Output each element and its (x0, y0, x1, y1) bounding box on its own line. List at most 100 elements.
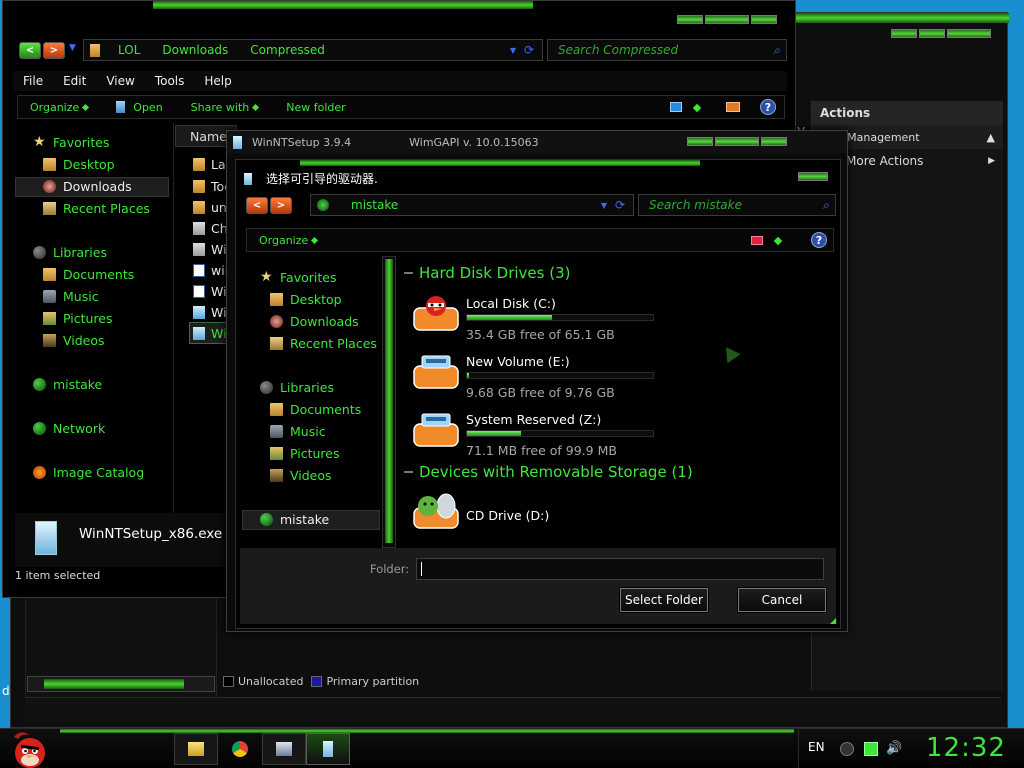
back-button[interactable]: < (19, 42, 41, 59)
maximize-button[interactable] (919, 29, 945, 38)
volume-icon[interactable]: 🔊 (886, 742, 902, 756)
nav-libraries[interactable]: Libraries (260, 380, 334, 395)
file-row-selected[interactable]: Wi (193, 326, 227, 341)
dialog-address-bar[interactable]: mistake ▼ ⟳ (310, 194, 634, 216)
address-bar[interactable]: LOL Downloads Compressed ▼ ⟳ (83, 39, 543, 61)
minimize-button[interactable] (891, 29, 917, 38)
breadcrumb-downloads[interactable]: Downloads (162, 43, 228, 57)
file-row[interactable]: Ch (193, 221, 228, 236)
nav-videos[interactable]: Videos (270, 468, 332, 483)
nav-videos[interactable]: Videos (43, 333, 105, 348)
drive-item-z[interactable]: System Reserved (Z:) 71.1 MB free of 99.… (412, 410, 672, 460)
help-icon[interactable]: ? (760, 99, 776, 115)
folder-input[interactable] (416, 558, 824, 580)
nav-recent-places[interactable]: Recent Places (270, 336, 377, 351)
search-input[interactable]: Search Compressed ⌕ (547, 39, 787, 61)
file-row[interactable]: Wi (193, 242, 227, 257)
taskbar-explorer-button[interactable] (174, 733, 218, 765)
dialog-search-input[interactable]: Search mistake ⌕ (638, 194, 836, 216)
clock[interactable]: 12:32 (926, 733, 1006, 763)
taskbar-disk-management-button[interactable] (262, 733, 306, 765)
close-button[interactable] (751, 15, 777, 24)
nav-image-catalog[interactable]: Image Catalog (33, 465, 144, 480)
resize-grip-icon[interactable]: ◢ (830, 616, 836, 625)
file-row[interactable]: Wi (193, 284, 227, 299)
view-options-icon[interactable] (751, 236, 763, 245)
horizontal-scrollbar[interactable] (27, 676, 215, 692)
panel-close-button[interactable] (798, 172, 828, 181)
group-removable-storage[interactable]: Devices with Removable Storage (1) (404, 463, 693, 481)
scroll-thumb[interactable] (385, 259, 393, 543)
nav-documents[interactable]: Documents (43, 267, 134, 282)
nav-desktop[interactable]: Desktop (43, 157, 115, 172)
menu-view[interactable]: View (106, 74, 134, 88)
search-icon[interactable]: ⌕ (773, 43, 780, 58)
close-button[interactable] (761, 137, 787, 146)
close-button[interactable] (947, 29, 991, 38)
nav-recent-places[interactable]: Recent Places (43, 201, 150, 216)
view-options-icon[interactable] (670, 102, 682, 112)
taskbar-chrome-button[interactable] (218, 733, 262, 765)
nav-favorites[interactable]: ★ Favorites (33, 135, 109, 150)
preview-pane-icon[interactable] (726, 102, 740, 112)
breadcrumb-compressed[interactable]: Compressed (250, 43, 325, 57)
new-folder-button[interactable]: New folder (286, 101, 345, 114)
share-with-button[interactable]: Share with (191, 101, 260, 114)
nav-network[interactable]: Network (33, 421, 105, 436)
dialog-forward-button[interactable]: > (270, 197, 292, 214)
nav-downloads[interactable]: Downloads (270, 314, 359, 329)
help-icon[interactable]: ? (811, 232, 827, 248)
refresh-icon[interactable]: ⟳ (615, 198, 625, 212)
drive-item-d[interactable]: CD Drive (D:) (412, 492, 672, 536)
scroll-thumb[interactable] (44, 679, 184, 689)
menu-file[interactable]: File (23, 74, 43, 88)
breadcrumb-lol[interactable]: LOL (118, 43, 140, 57)
file-row[interactable]: wir (193, 263, 230, 278)
nav-pictures[interactable]: Pictures (43, 311, 113, 326)
file-row[interactable]: Wi (193, 305, 227, 320)
network-tray-icon[interactable] (864, 742, 878, 756)
nav-pictures[interactable]: Pictures (270, 446, 340, 461)
refresh-icon[interactable]: ⟳ (524, 43, 534, 57)
open-button[interactable]: Open (116, 101, 163, 114)
nav-music[interactable]: Music (43, 289, 99, 304)
nav-favorites[interactable]: ★ Favorites (260, 270, 336, 285)
maximize-button[interactable] (715, 137, 759, 146)
view-dropdown-dot-icon[interactable] (773, 236, 783, 246)
legend-label: Unallocated (238, 674, 304, 688)
language-indicator[interactable]: EN (808, 740, 825, 754)
nav-mistake[interactable]: mistake (260, 512, 329, 527)
menu-tools[interactable]: Tools (155, 74, 185, 88)
drive-item-c[interactable]: Local Disk (C:) 35.4 GB free of 65.1 GB (412, 294, 672, 344)
organize-button[interactable]: Organize (30, 101, 90, 114)
address-dropdown-icon[interactable]: ▼ (601, 201, 607, 210)
view-dropdown-dot-icon[interactable] (692, 103, 702, 113)
minimize-button[interactable] (677, 15, 703, 24)
nav-mistake[interactable]: mistake (33, 377, 102, 392)
forward-button[interactable]: > (43, 42, 65, 59)
dialog-back-button[interactable]: < (246, 197, 268, 214)
tray-chevron-icon[interactable] (840, 742, 854, 756)
drive-item-e[interactable]: New Volume (E:) 9.68 GB free of 9.76 GB (412, 352, 672, 402)
nav-documents[interactable]: Documents (270, 402, 361, 417)
nav-music[interactable]: Music (270, 424, 326, 439)
history-dropdown-icon[interactable]: ▼ (69, 43, 76, 53)
cancel-button[interactable]: Cancel (737, 587, 827, 613)
taskbar-winntsetup-button[interactable] (306, 733, 350, 765)
minimize-button[interactable] (687, 137, 713, 146)
nav-desktop[interactable]: Desktop (270, 292, 342, 307)
maximize-button[interactable] (705, 15, 749, 24)
menu-help[interactable]: Help (204, 74, 231, 88)
start-button-angry-bird-icon[interactable] (8, 729, 52, 768)
folder-icon (193, 201, 205, 214)
search-icon[interactable]: ⌕ (822, 198, 829, 213)
nav-downloads[interactable]: Downloads (43, 179, 132, 194)
select-folder-button[interactable]: Select Folder (619, 587, 709, 613)
nav-libraries[interactable]: Libraries (33, 245, 107, 260)
organize-button[interactable]: Organize (259, 234, 319, 247)
nav-vertical-scrollbar[interactable] (382, 256, 396, 548)
group-hard-disk-drives[interactable]: Hard Disk Drives (3) (404, 264, 570, 282)
address-dropdown-icon[interactable]: ▼ (510, 46, 516, 55)
menu-edit[interactable]: Edit (63, 74, 86, 88)
breadcrumb-mistake[interactable]: mistake (351, 198, 398, 212)
